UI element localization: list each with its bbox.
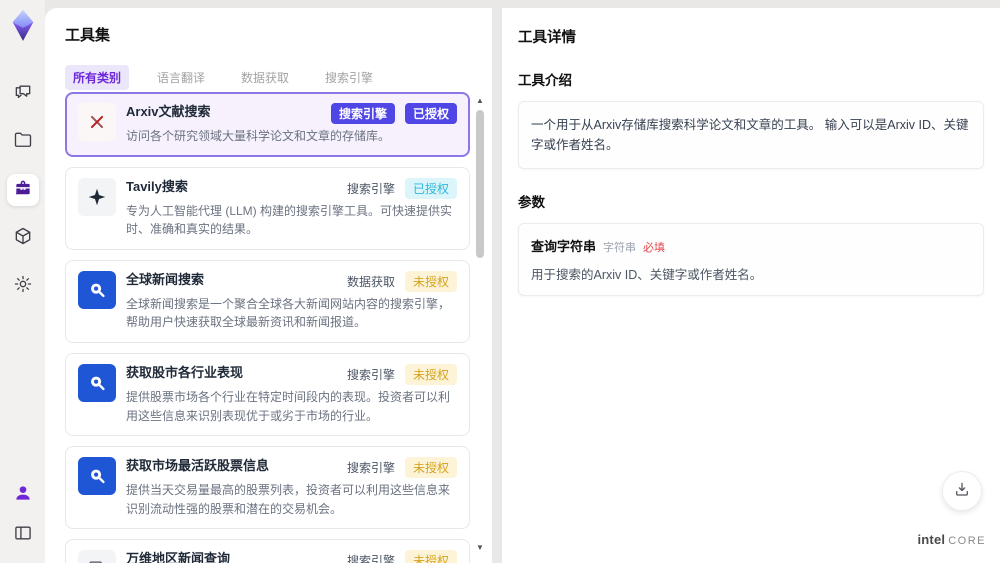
scrollbar-thumb[interactable]: [476, 110, 484, 258]
tool-auth-badge: 未授权: [404, 270, 457, 292]
tool-description: 提供股票市场各个行业在特定时间段内的表现。投资者可以利用这些信息来识别表现优于或…: [126, 389, 451, 423]
tab-all-categories[interactable]: 所有类别: [65, 65, 130, 90]
sidebar: [0, 0, 45, 563]
tool-detail-panel: 工具详情 工具介绍 一个用于从Arxiv存储库搜索科学论文和文章的工具。 输入可…: [502, 8, 1000, 563]
tool-card[interactable]: 获取股市各行业表现 搜索引擎 未授权 提供股票市场各个行业在特定时间段内的表现。…: [65, 352, 470, 437]
cube-icon: [13, 226, 33, 251]
sidebar-item-files[interactable]: [7, 126, 39, 158]
sidebar-bottom: [7, 479, 39, 551]
tool-intro-text: 一个用于从Arxiv存储库搜索科学论文和文章的工具。 输入可以是Arxiv ID…: [518, 101, 984, 169]
tool-name: 万维地区新闻查询: [126, 551, 231, 563]
parameter-card: 查询字符串 字符串 必填 用于搜索的Arxiv ID、关键字或作者姓名。: [518, 223, 984, 296]
tool-category-label: 数据获取: [346, 274, 395, 289]
tool-name: 获取市场最活跃股票信息: [126, 458, 270, 474]
category-tabs: 所有类别 语言翻译 数据获取 搜索引擎: [65, 65, 492, 90]
tool-card[interactable]: 全球新闻搜索 数据获取 未授权 全球新闻搜索是一个聚合全球各大新闻网站内容的搜索…: [65, 259, 470, 343]
list-scrollbar[interactable]: ▲ ▼: [474, 94, 486, 553]
param-description: 用于搜索的Arxiv ID、关键字或作者姓名。: [531, 268, 763, 282]
chat-icon: [13, 82, 33, 107]
param-name: 查询字符串: [531, 239, 597, 254]
sparkle-icon: [78, 177, 116, 216]
tool-category-label: 搜索引擎: [346, 181, 395, 196]
search-icon: [78, 457, 116, 496]
tool-list: Arxiv文献搜索 搜索引擎 已授权 访问各个研究领域大量科学论文和文章的存储库…: [65, 92, 470, 563]
tool-description: 访问各个研究领域大量科学论文和文章的存储库。: [126, 129, 391, 143]
user-icon: [13, 483, 33, 508]
app-logo-icon: [8, 8, 38, 42]
tool-category-label: 搜索引擎: [346, 554, 395, 563]
sidebar-item-chat[interactable]: [7, 78, 39, 110]
search-icon: [78, 270, 116, 309]
tool-description: 全球新闻搜索是一个聚合全球各大新闻网站内容的搜索引擎，帮助用户快速获取全球最新资…: [126, 296, 451, 330]
tool-category-label: 搜索引擎: [330, 103, 395, 124]
tab-1[interactable]: 语言翻译: [149, 65, 213, 90]
tool-name: 获取股市各行业表现: [126, 364, 244, 380]
tool-auth-badge: 已授权: [404, 103, 457, 124]
panel-icon: [13, 523, 33, 548]
tool-list-panel: 工具集 所有类别 语言翻译 数据获取 搜索引擎 Arxiv文献搜索 搜索引擎 已授权 …: [45, 8, 492, 563]
sidebar-item-settings[interactable]: [7, 270, 39, 302]
param-required-badge: 必填: [643, 242, 666, 254]
sidebar-item-tools[interactable]: [6, 174, 39, 206]
params-heading: 参数: [518, 195, 545, 210]
sidebar-nav: [6, 78, 39, 302]
tool-category-label: 搜索引擎: [346, 367, 395, 382]
toolbox-icon: [13, 178, 33, 203]
param-type: 字符串: [603, 242, 637, 254]
tool-card[interactable]: Tavily搜索 搜索引擎 已授权 专为人工智能代理 (LLM) 构建的搜索引擎…: [65, 166, 470, 250]
sidebar-item-models[interactable]: [7, 222, 39, 254]
gear-icon: [13, 274, 33, 299]
tab-2[interactable]: 数据获取: [233, 65, 297, 90]
page-title: 工具集: [65, 27, 111, 44]
brand-core-text: CORE: [948, 535, 986, 547]
sidebar-item-collapse[interactable]: [7, 519, 39, 551]
arxiv-icon: [78, 103, 116, 141]
tool-auth-badge: 未授权: [404, 363, 457, 385]
tool-name: Tavily搜索: [126, 178, 188, 194]
download-button[interactable]: [942, 471, 982, 511]
detail-title: 工具详情: [518, 30, 576, 46]
search-icon: [78, 363, 116, 402]
sidebar-item-user[interactable]: [7, 479, 39, 511]
tool-auth-badge: 未授权: [404, 457, 457, 479]
tool-auth-badge: 已授权: [404, 177, 457, 199]
scrollbar-down-arrow[interactable]: ▼: [474, 541, 486, 553]
tool-name: Arxiv文献搜索: [126, 104, 211, 119]
tool-card[interactable]: Arxiv文献搜索 搜索引擎 已授权 访问各个研究领域大量科学论文和文章的存储库…: [65, 92, 470, 157]
tool-description: 专为人工智能代理 (LLM) 构建的搜索引擎工具。可快速提供实时、准确和真实的结…: [126, 203, 453, 237]
tool-name: 全球新闻搜索: [126, 271, 205, 287]
brand-intel-text: intel: [917, 532, 946, 547]
scrollbar-up-arrow[interactable]: ▲: [474, 94, 486, 106]
tool-card[interactable]: 万维地区新闻查询 搜索引擎 未授权 查询具体行政区划内的新闻，快速了解各地新闻动: [65, 539, 470, 563]
tab-3[interactable]: 搜索引擎: [317, 65, 381, 90]
intel-core-logo: intel CORE: [917, 532, 986, 547]
tool-auth-badge: 未授权: [404, 550, 457, 563]
tool-card[interactable]: 获取市场最活跃股票信息 搜索引擎 未授权 提供当天交易量最高的股票列表，投资者可…: [65, 446, 470, 530]
tool-description: 提供当天交易量最高的股票列表，投资者可以利用这些信息来识别流动性强的股票和潜在的…: [126, 483, 451, 516]
tool-category-label: 搜索引擎: [346, 461, 395, 476]
intro-heading: 工具介绍: [518, 73, 572, 88]
folder-icon: [13, 130, 33, 155]
newspaper-icon: [78, 550, 116, 563]
download-icon: [953, 480, 971, 503]
